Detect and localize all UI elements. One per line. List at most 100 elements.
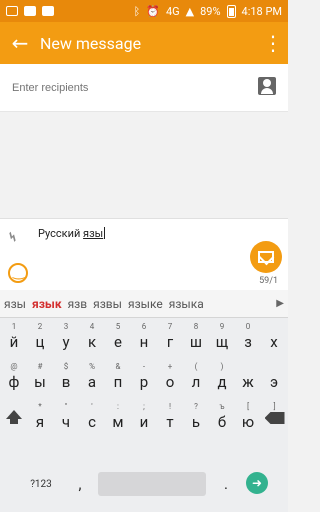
- suggestion-item[interactable]: языка: [169, 297, 204, 311]
- key-row2-6[interactable]: + о: [157, 360, 183, 396]
- symbols-key[interactable]: ?123: [20, 466, 62, 502]
- period-key[interactable]: .: [206, 466, 246, 502]
- key-label: э: [269, 373, 279, 391]
- arrow-right-icon: ➜: [251, 476, 263, 490]
- backspace-key[interactable]: ]: [261, 400, 288, 436]
- key-label: ь: [191, 413, 201, 431]
- key-label: ю: [241, 413, 255, 431]
- suggestion-item[interactable]: язвы: [93, 297, 122, 311]
- key-row3-6[interactable]: ? ь: [183, 400, 209, 436]
- page-title: New message: [40, 33, 142, 53]
- key-label: ф: [8, 373, 20, 391]
- space-key[interactable]: [98, 472, 206, 496]
- key-row1-4[interactable]: 5е: [105, 320, 131, 356]
- key-label: ж: [242, 373, 254, 391]
- key-label: м: [112, 413, 124, 431]
- key-secondary-label: 2: [37, 322, 43, 331]
- key-secondary-label: 5: [115, 322, 121, 331]
- back-arrow-icon[interactable]: ←: [0, 22, 40, 64]
- key-secondary-label: ': [91, 402, 93, 411]
- key-row3-7[interactable]: ъб: [209, 400, 235, 436]
- key-label: ы: [34, 373, 46, 391]
- key-row1-7[interactable]: 8ш: [183, 320, 209, 356]
- key-row1-8[interactable]: 9щ: [209, 320, 235, 356]
- emoji-icon[interactable]: [8, 263, 28, 283]
- key-label: ч: [61, 413, 71, 431]
- keyboard: язы язык язв язвы языке языка ▶ 1й2ц3у4к…: [0, 290, 288, 512]
- message-input[interactable]: Русский язы: [38, 227, 106, 240]
- app-bar: ← New message ⋮: [0, 22, 288, 64]
- alarm-icon: ⏰: [146, 4, 160, 18]
- key-secondary-label: 7: [167, 322, 173, 331]
- status-bar: ᛒ ⏰ 4G ▲ 89% 4:18 PM: [0, 0, 288, 22]
- key-row2-7[interactable]: (л: [183, 360, 209, 396]
- key-row2-5[interactable]: -р: [131, 360, 157, 396]
- recipients-input[interactable]: [12, 81, 232, 94]
- key-secondary-label: 1: [11, 322, 17, 331]
- keyboard-row-3: * я " ч ' с: м; и! т? ь ъ б[ю ]: [0, 400, 288, 436]
- key-row1-3[interactable]: 4к: [79, 320, 105, 356]
- key-row2-8[interactable]: ) д: [209, 360, 235, 396]
- key-row1-2[interactable]: 3у: [53, 320, 79, 356]
- key-row1-9[interactable]: 0з: [235, 320, 261, 356]
- suggestion-item[interactable]: язв: [68, 297, 88, 311]
- key-row1-1[interactable]: 2ц: [27, 320, 53, 356]
- key-row1-10[interactable]: х: [261, 320, 287, 356]
- key-row1-5[interactable]: 6н: [131, 320, 157, 356]
- send-envelope-icon: [258, 251, 274, 263]
- key-row1-0[interactable]: 1й: [1, 320, 27, 356]
- key-secondary-label: ]: [273, 402, 276, 411]
- more-options-icon[interactable]: ⋮: [258, 22, 288, 64]
- app-notification-icon: [24, 6, 36, 16]
- email-notification-icon: [6, 6, 18, 16]
- key-row2-4[interactable]: & п: [105, 360, 131, 396]
- key-secondary-label: ": [64, 402, 68, 411]
- key-label: и: [139, 413, 149, 431]
- key-label: д: [217, 373, 227, 391]
- network-type: 4G: [165, 4, 180, 18]
- go-button[interactable]: ➜: [246, 472, 268, 494]
- key-label: л: [191, 373, 201, 391]
- key-label: й: [9, 333, 19, 351]
- suggestions-expand-icon[interactable]: ▶: [276, 298, 284, 309]
- key-row3-0[interactable]: * я: [27, 400, 53, 436]
- comma-key[interactable]: ,: [62, 466, 98, 502]
- bluetooth-icon: ᛒ: [133, 4, 141, 18]
- key-secondary-label: !: [168, 402, 172, 411]
- send-button[interactable]: [250, 241, 282, 273]
- key-secondary-label: $: [63, 362, 69, 371]
- shift-key[interactable]: [0, 400, 27, 436]
- key-row3-3[interactable]: :м: [105, 400, 131, 436]
- key-row2-9[interactable]: ж: [235, 360, 261, 396]
- key-secondary-label: 4: [89, 322, 95, 331]
- key-label: е: [114, 333, 122, 351]
- key-row2-2[interactable]: $ в: [53, 360, 79, 396]
- key-row2-0[interactable]: @ ф: [1, 360, 27, 396]
- key-row3-4[interactable]: ; и: [131, 400, 157, 436]
- suggestion-item-selected[interactable]: язык: [32, 297, 62, 311]
- key-label: п: [113, 373, 123, 391]
- suggestion-item[interactable]: языке: [128, 297, 163, 311]
- battery-percent: 89%: [200, 4, 221, 18]
- key-row1-6[interactable]: 7г: [157, 320, 183, 356]
- key-row2-10[interactable]: э: [261, 360, 287, 396]
- key-secondary-label: 6: [141, 322, 147, 331]
- key-row3-8[interactable]: [ю: [235, 400, 261, 436]
- key-secondary-label: +: [167, 362, 173, 371]
- key-row2-3[interactable]: % а: [79, 360, 105, 396]
- clock: 4:18 PM: [241, 4, 282, 18]
- attachment-icon[interactable]: ⌁: [0, 223, 31, 254]
- key-label: б: [217, 413, 227, 431]
- key-secondary-label: %: [89, 362, 95, 371]
- key-label: а: [87, 373, 97, 391]
- key-row3-1[interactable]: " ч: [53, 400, 79, 436]
- character-counter: 59/1: [259, 276, 278, 286]
- contact-picker-icon[interactable]: [258, 77, 276, 95]
- keyboard-row-1: 1й2ц3у4к5е6н7г8ш9щ0зх: [0, 320, 288, 356]
- suggestion-item[interactable]: язы: [4, 297, 26, 311]
- key-row3-2[interactable]: ' с: [79, 400, 105, 436]
- key-label: н: [139, 333, 149, 351]
- key-label: щ: [215, 333, 229, 351]
- key-row2-1[interactable]: # ы: [27, 360, 53, 396]
- key-row3-5[interactable]: ! т: [157, 400, 183, 436]
